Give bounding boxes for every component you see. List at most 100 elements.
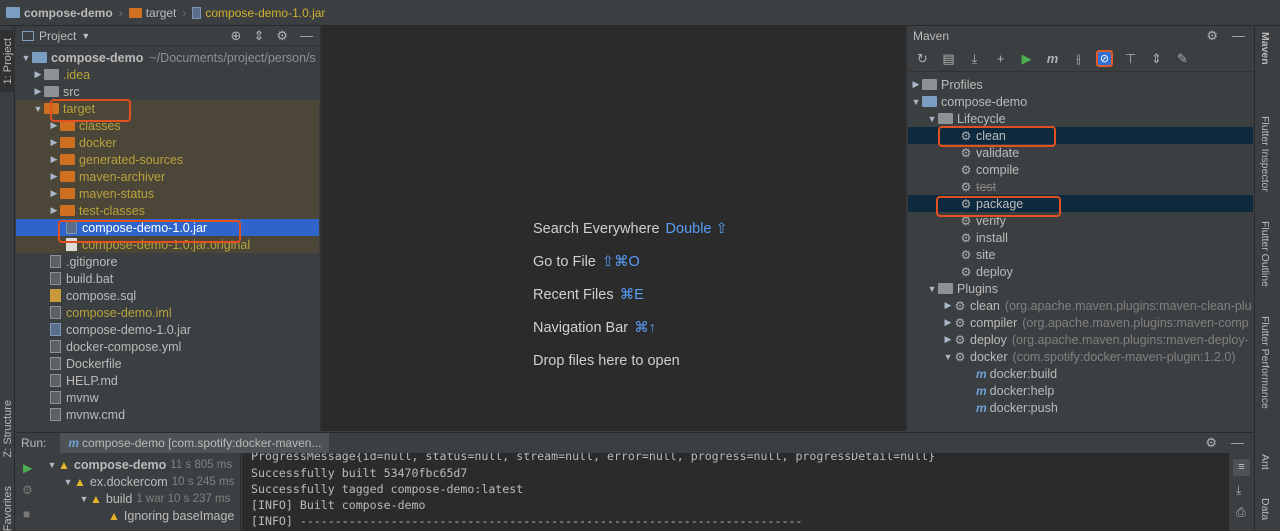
skip-tests-icon[interactable]: ⊘ [1096, 50, 1113, 67]
tree-item-label: compose-demo-1.0.jar.original [82, 237, 251, 252]
tree-item-target[interactable]: ▼ target [16, 100, 319, 117]
tree-item-test-classes[interactable]: ▶ test-classes [16, 202, 319, 219]
tree-item-jar-original[interactable]: compose-demo-1.0.jar.original [16, 236, 319, 253]
tree-item-maven-archiver[interactable]: ▶ maven-archiver [16, 168, 319, 185]
tree-item-src[interactable]: ▶ src [16, 83, 319, 100]
warning-icon: ▲ [58, 457, 70, 472]
wrench-icon[interactable]: ✎ [1174, 50, 1191, 67]
collapse-all-icon[interactable]: ⇕ [253, 28, 264, 44]
phase-label: package [976, 196, 1024, 211]
maven-lifecycle[interactable]: ▼ Lifecycle [908, 110, 1253, 127]
tree-item-iml[interactable]: compose-demo.iml [16, 304, 319, 321]
debug-icon[interactable]: ⚙ [22, 483, 33, 497]
maven-profiles[interactable]: ▶ Profiles [908, 76, 1253, 93]
locate-icon[interactable]: ⊕ [231, 28, 242, 44]
run-tree-build[interactable]: ▼ ▲ build 1 war 10 s 237 ms [78, 490, 231, 507]
scroll-to-end-icon[interactable]: ⤓ [1236, 483, 1241, 498]
tree-item-help-md[interactable]: HELP.md [16, 372, 319, 389]
project-view-selector[interactable]: Project [39, 29, 76, 43]
run-tab[interactable]: m compose-demo [com.spotify:docker-maven… [60, 432, 330, 454]
tree-item-build-bat[interactable]: build.bat [16, 270, 319, 287]
phase-clean[interactable]: ⚙ clean [908, 127, 1253, 144]
plugin-clean[interactable]: ▶ ⚙ clean (org.apache.maven.plugins:maven-c… [908, 297, 1253, 314]
tree-item-label: docker-compose.yml [66, 339, 182, 354]
tab-flutter-performance[interactable]: Flutter Performance [1259, 316, 1271, 409]
hide-icon[interactable]: — [300, 28, 313, 44]
rerun-icon[interactable]: ▶ [23, 461, 32, 475]
phase-site[interactable]: ⚙ site [908, 246, 1253, 263]
print-icon[interactable]: ⎙ [1236, 505, 1246, 520]
goal-docker-build[interactable]: m docker:build [908, 365, 1253, 382]
tree-item-label: maven-status [79, 186, 155, 201]
chevron-down-icon[interactable]: ▼ [81, 31, 90, 41]
run-icon[interactable]: ▶ [1018, 50, 1035, 67]
goal-docker-push[interactable]: m docker:push [908, 399, 1253, 416]
goal-docker-help[interactable]: m docker:help [908, 382, 1253, 399]
tree-item-maven-status[interactable]: ▶ maven-status [16, 185, 319, 202]
hide-icon[interactable]: — [1232, 28, 1245, 44]
tree-item-docker-compose[interactable]: docker-compose.yml [16, 338, 319, 355]
tree-item-classes[interactable]: ▶ classes [16, 117, 319, 134]
plugin-compiler[interactable]: ▶ ⚙ compiler (org.apache.maven.plugins:mave… [908, 314, 1253, 331]
tree-item-compose-sql[interactable]: compose.sql [16, 287, 319, 304]
tree-item-dockerfile[interactable]: Dockerfile [16, 355, 319, 372]
chevron-down-icon: ▼ [927, 113, 937, 124]
maven-title: Maven [913, 29, 950, 43]
collapse-all-icon[interactable]: ⇕ [1148, 50, 1165, 67]
gear-icon[interactable]: ⚙ [276, 28, 288, 44]
plugin-docker[interactable]: ▼ ⚙ docker (com.spotify:docker-maven-plugin… [908, 348, 1253, 365]
tab-maven[interactable]: Maven [1259, 32, 1271, 65]
tree-item-jar-root[interactable]: compose-demo-1.0.jar [16, 321, 319, 338]
run-tree-root[interactable]: ▼ ▲ compose-demo 11 s 805 ms [46, 456, 233, 473]
download-icon[interactable]: ⤓ [966, 50, 983, 67]
maven-goal-icon[interactable]: m [1044, 50, 1061, 67]
phase-verify[interactable]: ⚙ verify [908, 212, 1253, 229]
tab-flutter-inspector[interactable]: Flutter Inspector [1259, 116, 1271, 192]
tree-item-mvnw-cmd[interactable]: mvnw.cmd [16, 406, 319, 423]
run-tree-warning[interactable]: ▲ Ignoring baseImage [108, 507, 234, 524]
stop-icon[interactable]: ■ [23, 507, 30, 521]
phase-validate[interactable]: ⚙ validate [908, 144, 1253, 161]
gear-icon[interactable]: ⚙ [1205, 435, 1217, 451]
tab-ant[interactable]: Ant [1259, 454, 1271, 470]
tree-root[interactable]: ▼ compose-demo ~/Documents/project/perso… [16, 49, 319, 66]
reload-icon[interactable]: ↻ [914, 50, 931, 67]
breadcrumb-file[interactable]: compose-demo-1.0.jar [205, 6, 325, 20]
chevron-down-icon: ▼ [21, 52, 31, 63]
phase-test[interactable]: ⚙ test [908, 178, 1253, 195]
soft-wrap-icon[interactable]: ≡ [1233, 459, 1250, 476]
phase-deploy[interactable]: ⚙ deploy [908, 263, 1253, 280]
show-dependencies-icon[interactable]: ⊤ [1122, 50, 1139, 67]
tree-item-generated-sources[interactable]: ▶ generated-sources [16, 151, 319, 168]
breadcrumb-folder[interactable]: target [146, 6, 177, 20]
tree-item-mvnw[interactable]: mvnw [16, 389, 319, 406]
plugin-deploy[interactable]: ▶ ⚙ deploy (org.apache.maven.plugins:maven-… [908, 331, 1253, 348]
breadcrumb-project[interactable]: compose-demo [24, 6, 113, 20]
run-console[interactable]: ProgressMessage{id=null, status=null, st… [242, 453, 1229, 531]
run-tree-label: ex.dockercom [89, 474, 168, 489]
tree-item-idea[interactable]: ▶ .idea [16, 66, 319, 83]
chevron-down-icon: ▼ [33, 103, 43, 114]
run-tree-plugin[interactable]: ▼ ▲ ex.dockercom 10 s 245 ms [62, 473, 235, 490]
hide-icon[interactable]: — [1231, 435, 1244, 451]
toggle-offline-icon[interactable]: ⫲ [1070, 50, 1087, 67]
generate-sources-icon[interactable]: ▤ [940, 50, 957, 67]
phase-package[interactable]: ⚙ package [908, 195, 1253, 212]
tree-item-docker[interactable]: ▶ docker [16, 134, 319, 151]
tree-item-gitignore[interactable]: .gitignore [16, 253, 319, 270]
tab-database[interactable]: Data [1259, 498, 1271, 520]
phase-install[interactable]: ⚙ install [908, 229, 1253, 246]
tab-structure[interactable]: Z: Structure [0, 398, 15, 460]
tab-project[interactable]: 1: Project [0, 30, 15, 92]
tab-favorites[interactable]: Favorites [0, 486, 15, 531]
phase-label: deploy [976, 264, 1013, 279]
editor-empty-area[interactable]: Search Everywhere Double ⇧ Go to File ⇧⌘O … [320, 26, 907, 431]
tab-flutter-outline[interactable]: Flutter Outline [1259, 221, 1271, 287]
add-icon[interactable]: + [992, 50, 1009, 67]
maven-plugins[interactable]: ▼ Plugins [908, 280, 1253, 297]
gear-icon[interactable]: ⚙ [1206, 28, 1218, 44]
maven-project[interactable]: ▼ compose-demo [908, 93, 1253, 110]
tree-item-label: docker [79, 135, 117, 150]
phase-compile[interactable]: ⚙ compile [908, 161, 1253, 178]
tree-item-jar-selected[interactable]: compose-demo-1.0.jar [16, 219, 319, 236]
